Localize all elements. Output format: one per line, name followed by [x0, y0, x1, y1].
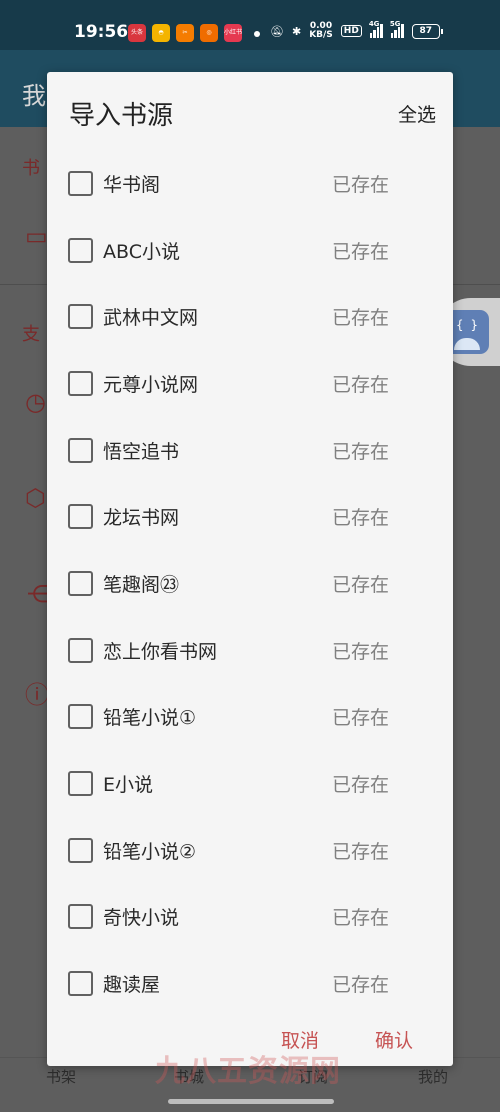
hd-badge: HD [340, 25, 362, 37]
meituan-icon: ◓ [152, 24, 170, 42]
notification-app-icons: 头条 ◓ ✂ ◎ 小红书 [128, 24, 242, 42]
source-row[interactable]: E小说 已存在 [47, 750, 453, 816]
checkbox[interactable] [68, 171, 93, 196]
source-name: 铅笔小说② [103, 841, 197, 863]
source-name: 奇快小说 [103, 907, 180, 929]
source-status: 已存在 [332, 441, 390, 463]
status-right-group: 🔕︎ ✱ 0.00 KB/S HD 4G 5G 87 [270, 20, 443, 40]
confirm-button[interactable]: 确认 [375, 1026, 413, 1053]
source-status: 已存在 [332, 974, 390, 996]
source-row[interactable]: 铅笔小说① 已存在 [47, 683, 453, 749]
checkbox[interactable] [68, 238, 93, 263]
source-status: 已存在 [332, 907, 390, 929]
source-status: 已存在 [332, 507, 390, 529]
source-status: 已存在 [332, 574, 390, 596]
info-icon: ⓘ [25, 681, 49, 709]
import-source-dialog: 导入书源 全选 华书阁 已存在 ABC小说 已存在 武林中文网 已存在 元尊小说… [47, 72, 453, 1066]
net-5g-label: 5G [389, 20, 401, 28]
nav-bookstore[interactable]: 书城 [174, 1066, 204, 1087]
nav-bookshelf[interactable]: 书架 [46, 1066, 76, 1087]
settings-icon: ⬡ [25, 484, 46, 512]
source-row[interactable]: 悟空追书 已存在 [47, 417, 453, 483]
source-status: 已存在 [332, 307, 390, 329]
source-name: 龙坛书网 [103, 507, 180, 529]
source-row[interactable]: 武林中文网 已存在 [47, 283, 453, 349]
source-name: ABC小说 [103, 241, 180, 263]
book-icon: ▭ [25, 222, 48, 250]
source-name: 武林中文网 [103, 307, 199, 329]
source-status: 已存在 [332, 374, 390, 396]
nav-mine[interactable]: 我的 [418, 1066, 448, 1087]
bg-section-label-2: 支 [22, 324, 40, 345]
bluetooth-icon: ✱ [291, 24, 302, 38]
checkbox[interactable] [68, 971, 93, 996]
toutiao-icon: 头条 [128, 24, 146, 42]
source-status: 已存在 [332, 774, 390, 796]
source-row[interactable]: 龙坛书网 已存在 [47, 483, 453, 549]
checkbox[interactable] [68, 904, 93, 929]
checkbox[interactable] [68, 571, 93, 596]
source-name: 恋上你看书网 [103, 641, 218, 663]
checkbox[interactable] [68, 504, 93, 529]
checkbox[interactable] [68, 838, 93, 863]
checkbox[interactable] [68, 771, 93, 796]
source-status: 已存在 [332, 241, 390, 263]
app-orange2-icon: ◎ [200, 24, 218, 42]
net-4g-label: 4G [368, 20, 380, 28]
checkbox[interactable] [68, 638, 93, 663]
source-row[interactable]: 奇快小说 已存在 [47, 883, 453, 949]
app-header-title: 我 [22, 82, 46, 110]
source-row[interactable]: 华书阁 已存在 [47, 150, 453, 216]
select-all-button[interactable]: 全选 [398, 100, 436, 127]
source-status: 已存在 [332, 641, 390, 663]
home-indicator[interactable] [168, 1099, 334, 1104]
mute-bell-icon: 🔕︎ [270, 24, 284, 38]
battery-icon: 87 [411, 23, 443, 39]
source-row[interactable]: 恋上你看书网 已存在 [47, 617, 453, 683]
source-row[interactable]: 铅笔小说② 已存在 [47, 817, 453, 883]
source-status: 已存在 [332, 841, 390, 863]
cancel-button[interactable]: 取消 [281, 1026, 319, 1053]
app-orange-icon: ✂ [176, 24, 194, 42]
nav-subscribe[interactable]: 订阅 [298, 1066, 328, 1087]
signal-5g-icon: 5G [390, 20, 404, 38]
source-row[interactable]: ABC小说 已存在 [47, 217, 453, 283]
source-name: 趣读屋 [103, 974, 161, 996]
status-bar: 19:56 头条 ◓ ✂ ◎ 小红书 🔕︎ ✱ 0.00 KB/S HD 4G … [0, 0, 500, 50]
xiaohongshu-icon: 小红书 [224, 24, 242, 42]
source-name: 元尊小说网 [103, 374, 199, 396]
source-row[interactable]: 元尊小说网 已存在 [47, 350, 453, 416]
network-speed: 0.00 KB/S [309, 22, 333, 40]
source-name: E小说 [103, 774, 154, 796]
dialog-title: 导入书源 [69, 101, 174, 131]
speed-unit: KB/S [309, 30, 333, 40]
checkbox[interactable] [68, 438, 93, 463]
signal-4g-icon: 4G [369, 20, 383, 38]
source-name: 笔趣阁㉓ [103, 574, 180, 596]
status-time: 19:56 [74, 22, 129, 42]
dialog-actions: 取消 确认 [47, 1026, 453, 1066]
source-status: 已存在 [332, 174, 390, 196]
checkbox[interactable] [68, 371, 93, 396]
source-status: 已存在 [332, 707, 390, 729]
notification-dot-icon [254, 31, 260, 37]
source-name: 悟空追书 [103, 441, 180, 463]
checkbox[interactable] [68, 704, 93, 729]
source-name: 铅笔小说① [103, 707, 197, 729]
clock-icon: ◷ [25, 388, 46, 416]
source-row[interactable]: 趣读屋 已存在 [47, 950, 453, 1016]
bg-section-label: 书 [22, 158, 40, 179]
source-name: 华书阁 [103, 174, 161, 196]
checkbox[interactable] [68, 304, 93, 329]
source-row[interactable]: 笔趣阁㉓ 已存在 [47, 550, 453, 616]
